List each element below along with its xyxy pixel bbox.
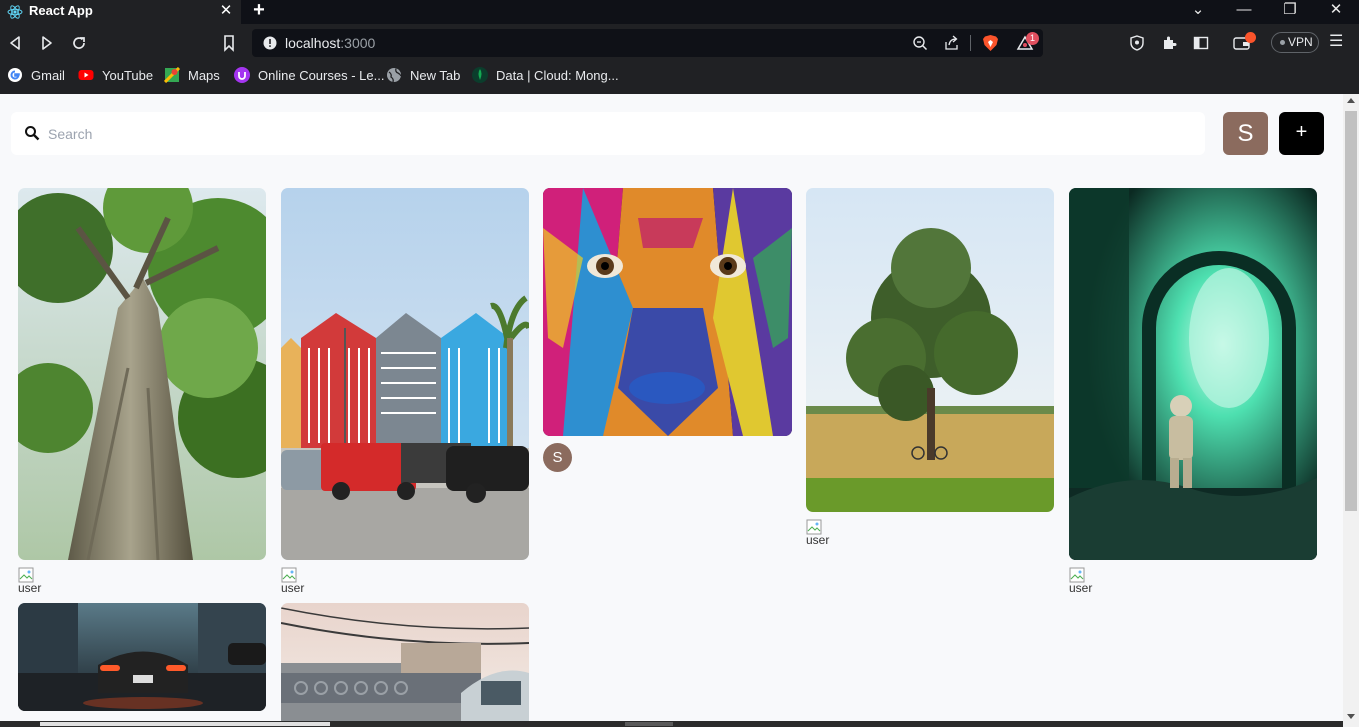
- maps-icon: [164, 67, 180, 83]
- react-icon: [7, 5, 23, 19]
- url-port: :3000: [340, 35, 376, 51]
- reload-icon[interactable]: [69, 33, 89, 53]
- bookmark-gmail[interactable]: Gmail: [7, 67, 65, 83]
- brave-shields-icon[interactable]: [982, 34, 999, 52]
- pin-image-painted-face[interactable]: [543, 188, 792, 436]
- create-pin-button[interactable]: +: [1279, 112, 1324, 155]
- pin-image-tree-trunk[interactable]: [18, 188, 266, 560]
- bookmark-label: Data | Cloud: Mong...: [496, 67, 619, 83]
- sports-car-photo: [18, 603, 266, 711]
- minimize-button[interactable]: —: [1224, 0, 1264, 22]
- user-alt-text: user: [281, 581, 305, 595]
- user-profile-avatar[interactable]: S: [1223, 112, 1268, 155]
- vertical-scrollbar[interactable]: [1343, 94, 1359, 727]
- horizontal-scrollbar-segment: [625, 722, 673, 726]
- udemy-icon: [234, 67, 250, 83]
- bookmark-label: Maps: [188, 67, 220, 83]
- pin-user-image-broken[interactable]: user: [806, 519, 834, 547]
- site-info-icon[interactable]: [263, 36, 277, 50]
- horizontal-scrollbar-thumb[interactable]: [40, 722, 330, 726]
- scroll-down-arrow-icon[interactable]: [1347, 714, 1355, 719]
- vpn-button[interactable]: VPN: [1271, 32, 1319, 53]
- globe-icon: [387, 68, 402, 83]
- pin-user-image-broken[interactable]: user: [18, 567, 46, 595]
- zoom-icon[interactable]: [912, 35, 928, 51]
- tab-react-app[interactable]: React App ✕: [0, 0, 241, 24]
- tab-title: React App: [29, 3, 93, 18]
- tab-search-chevron-icon[interactable]: ⌄: [1178, 0, 1218, 22]
- search-input[interactable]: [48, 124, 1188, 144]
- search-icon: [25, 126, 40, 141]
- close-window-button[interactable]: ✕: [1316, 0, 1356, 22]
- user-alt-text: user: [18, 581, 42, 595]
- bookmark-label: YouTube: [102, 67, 154, 83]
- pin-image-lone-tree[interactable]: [806, 188, 1054, 512]
- bookmark-label: Online Courses - Le...: [258, 67, 385, 83]
- share-icon[interactable]: [944, 35, 960, 51]
- bookmark-online-courses[interactable]: Online Courses - Le...: [234, 67, 384, 83]
- pin-image-astronaut[interactable]: [1069, 188, 1317, 560]
- search-bar[interactable]: [11, 112, 1205, 155]
- pin-user-image-broken[interactable]: user: [1069, 567, 1097, 595]
- bookmark-label: Gmail: [31, 67, 65, 83]
- url-text: localhost:3000: [285, 35, 375, 51]
- user-alt-text: user: [1069, 581, 1093, 595]
- user-alt-text: user: [806, 533, 830, 547]
- rewards-badge: 1: [1026, 32, 1039, 45]
- tab-strip: React App ✕ + ⌄ — ❐ ✕: [0, 0, 1359, 24]
- bookmark-mongodb[interactable]: Data | Cloud: Mong...: [472, 67, 619, 83]
- omnibox-divider: [970, 35, 971, 51]
- url-host: localhost: [285, 35, 341, 51]
- astronaut-photo: [1069, 188, 1317, 560]
- bookmark-maps[interactable]: Maps: [164, 67, 220, 83]
- pin-image-building[interactable]: [281, 603, 529, 727]
- youtube-icon: [78, 70, 94, 80]
- forward-icon[interactable]: [37, 33, 57, 53]
- app-page: S + user: [0, 94, 1343, 727]
- wallet-notification-dot: [1245, 32, 1256, 43]
- scrollbar-thumb[interactable]: [1345, 111, 1357, 511]
- main-menu-icon[interactable]: ☰: [1329, 34, 1345, 52]
- mongodb-icon: [472, 67, 488, 83]
- back-icon[interactable]: [5, 33, 25, 53]
- tree-trunk-photo: [18, 188, 266, 560]
- bookmark-new-tab[interactable]: New Tab: [386, 67, 460, 83]
- restore-button[interactable]: ❐: [1270, 0, 1310, 22]
- bookmark-icon[interactable]: [219, 33, 239, 53]
- pin-image-sports-car[interactable]: [18, 603, 266, 711]
- tab-close-icon[interactable]: ✕: [217, 2, 235, 20]
- bookmarks-bar: Gmail YouTube Maps Online Courses - Le..…: [0, 63, 1359, 87]
- colorful-houses-photo: [281, 188, 529, 560]
- sidebar-icon[interactable]: [1193, 35, 1209, 51]
- pin-user-avatar[interactable]: S: [543, 443, 572, 472]
- pin-image-colorful-houses[interactable]: [281, 188, 529, 560]
- address-bar[interactable]: localhost:3000 1: [252, 29, 1043, 57]
- google-icon: [8, 68, 22, 82]
- bookmark-label: New Tab: [410, 67, 461, 83]
- horizontal-scrollbar[interactable]: [0, 721, 1343, 727]
- lone-tree-photo: [806, 188, 1054, 512]
- browser-chrome: React App ✕ + ⌄ — ❐ ✕ localhost:3000 1 V…: [0, 0, 1359, 94]
- vpn-label: VPN: [1288, 35, 1313, 49]
- bookmark-youtube[interactable]: YouTube: [78, 67, 153, 83]
- pin-user-image-broken[interactable]: user: [281, 567, 309, 595]
- vpn-status-dot: [1280, 40, 1285, 46]
- brave-wallet-shield-icon[interactable]: [1129, 35, 1145, 51]
- building-photo: [281, 603, 529, 727]
- painted-face-photo: [543, 188, 792, 436]
- new-tab-button[interactable]: +: [248, 0, 270, 22]
- extensions-icon[interactable]: [1161, 35, 1177, 51]
- scroll-up-arrow-icon[interactable]: [1347, 98, 1355, 103]
